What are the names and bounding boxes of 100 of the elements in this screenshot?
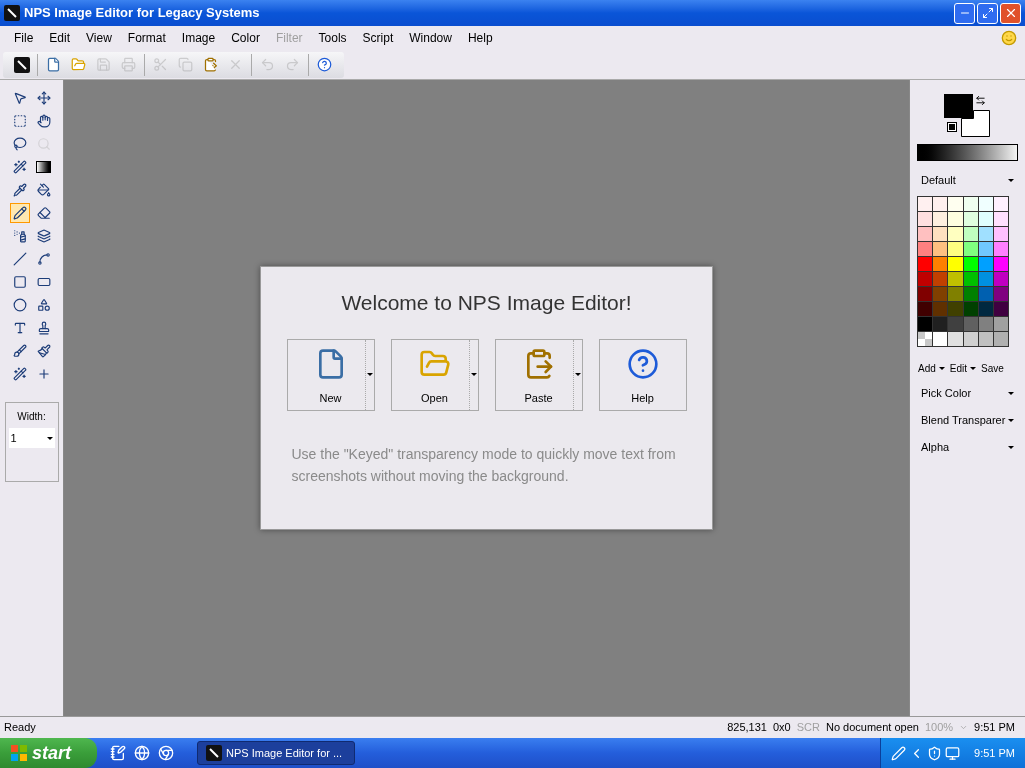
palette-swatch[interactable]	[948, 317, 963, 331]
palette-swatch[interactable]	[918, 317, 933, 331]
delete-icon	[228, 57, 243, 72]
palette-swatch[interactable]	[933, 287, 948, 301]
layers-icon	[36, 229, 51, 243]
palette-swatch[interactable]	[993, 317, 1008, 331]
option-dropdown[interactable]: Blend Transparer	[917, 411, 1018, 430]
palette-swatch[interactable]	[978, 332, 993, 346]
palette-swatch[interactable]	[993, 197, 1008, 211]
palette-swatch[interactable]	[918, 302, 933, 316]
palette-swatch[interactable]	[948, 227, 963, 241]
palette-swatch[interactable]	[963, 317, 978, 331]
option-dropdown[interactable]: Pick Color	[917, 384, 1018, 403]
palette-swatch[interactable]	[978, 302, 993, 316]
quick-launch-button[interactable]	[157, 744, 175, 762]
new-button[interactable]: New	[286, 338, 375, 411]
quick-launch-button[interactable]	[109, 744, 127, 762]
palette-swatch[interactable]	[993, 212, 1008, 226]
palette-swatch[interactable]	[918, 257, 933, 271]
palette-swatch[interactable]	[978, 287, 993, 301]
menu-item[interactable]: File	[6, 29, 42, 47]
palette-action-button[interactable]: Save	[980, 361, 1005, 376]
menu-item[interactable]: Edit	[41, 29, 79, 47]
palette-swatch[interactable]	[993, 242, 1008, 256]
palette-swatch[interactable]	[948, 197, 963, 211]
swap-colors-icon[interactable]	[974, 95, 986, 106]
palette-swatch[interactable]	[978, 227, 993, 241]
palette-swatch[interactable]	[933, 272, 948, 286]
palette-swatch[interactable]	[993, 302, 1008, 316]
palette-swatch[interactable]	[933, 197, 948, 211]
reset-colors-icon[interactable]	[947, 123, 956, 131]
help-button[interactable]: Help	[598, 338, 687, 411]
palette-swatch[interactable]	[918, 197, 933, 211]
menu-item[interactable]: Tools	[310, 29, 355, 47]
palette-swatch[interactable]	[918, 212, 933, 226]
open-button[interactable]: Open	[390, 338, 479, 411]
palette-swatch[interactable]	[963, 257, 978, 271]
palette-swatch[interactable]	[933, 332, 948, 346]
palette-swatch[interactable]	[978, 257, 993, 271]
palette-swatch[interactable]	[933, 302, 948, 316]
palette-swatch[interactable]	[933, 257, 948, 271]
close-button[interactable]	[1000, 2, 1021, 24]
palette-swatch[interactable]	[993, 332, 1008, 346]
palette-swatch[interactable]	[918, 332, 933, 346]
palette-swatch[interactable]	[978, 212, 993, 226]
palette-dropdown[interactable]: Default	[917, 170, 1018, 190]
palette-swatch[interactable]	[918, 242, 933, 256]
paste-button[interactable]: Paste	[494, 338, 583, 411]
palette-swatch[interactable]	[963, 242, 978, 256]
palette-swatch[interactable]	[948, 302, 963, 316]
tool-button[interactable]	[9, 203, 30, 223]
palette-swatch[interactable]	[963, 227, 978, 241]
palette-swatch[interactable]	[948, 257, 963, 271]
palette-swatch[interactable]	[933, 317, 948, 331]
palette-swatch[interactable]	[948, 242, 963, 256]
maximize-button[interactable]	[977, 2, 998, 24]
primary-color-swatch[interactable]	[943, 94, 973, 118]
palette-swatch[interactable]	[963, 332, 978, 346]
palette-swatch[interactable]	[978, 197, 993, 211]
taskbar-window-button[interactable]: NPS Image Editor for ...	[197, 741, 355, 765]
palette-swatch[interactable]	[963, 212, 978, 226]
palette-swatch[interactable]	[948, 332, 963, 346]
palette-swatch[interactable]	[918, 227, 933, 241]
pen-icon[interactable]	[891, 745, 906, 761]
palette-swatch[interactable]	[918, 272, 933, 286]
palette-swatch[interactable]	[963, 287, 978, 301]
line-icon	[12, 252, 27, 266]
palette-action-button[interactable]: Add	[917, 361, 946, 376]
network-icon[interactable]	[945, 745, 960, 761]
menu-item[interactable]: Color	[223, 29, 268, 47]
menu-item[interactable]: Script	[354, 29, 402, 47]
palette-swatch[interactable]	[963, 197, 978, 211]
palette-swatch[interactable]	[933, 242, 948, 256]
palette-swatch[interactable]	[963, 302, 978, 316]
palette-swatch[interactable]	[978, 272, 993, 286]
palette-swatch[interactable]	[993, 257, 1008, 271]
width-dropdown[interactable]: 1	[8, 428, 55, 448]
option-dropdown[interactable]: Alpha	[917, 438, 1018, 457]
palette-swatch[interactable]	[978, 317, 993, 331]
palette-swatch[interactable]	[918, 287, 933, 301]
menu-item[interactable]: Help	[459, 29, 501, 47]
palette-swatch[interactable]	[933, 212, 948, 226]
palette-swatch[interactable]	[933, 227, 948, 241]
cursor-position: 825,131	[727, 720, 767, 736]
palette-swatch[interactable]	[948, 272, 963, 286]
menu-item[interactable]: Window	[401, 29, 460, 47]
palette-action-button[interactable]: Edit	[948, 361, 978, 376]
palette-swatch[interactable]	[993, 272, 1008, 286]
palette-swatch[interactable]	[948, 212, 963, 226]
shield-icon[interactable]	[927, 745, 942, 761]
palette-swatch[interactable]	[993, 287, 1008, 301]
palette-swatch[interactable]	[963, 272, 978, 286]
palette-swatch[interactable]	[993, 227, 1008, 241]
palette-swatch[interactable]	[978, 242, 993, 256]
menu-item[interactable]: Image	[173, 29, 224, 47]
menu-item[interactable]: View	[78, 29, 120, 47]
palette-swatch[interactable]	[948, 287, 963, 301]
menu-item[interactable]: Format	[119, 29, 174, 47]
quick-launch-button[interactable]	[133, 744, 151, 762]
minimize-button[interactable]	[954, 2, 975, 24]
